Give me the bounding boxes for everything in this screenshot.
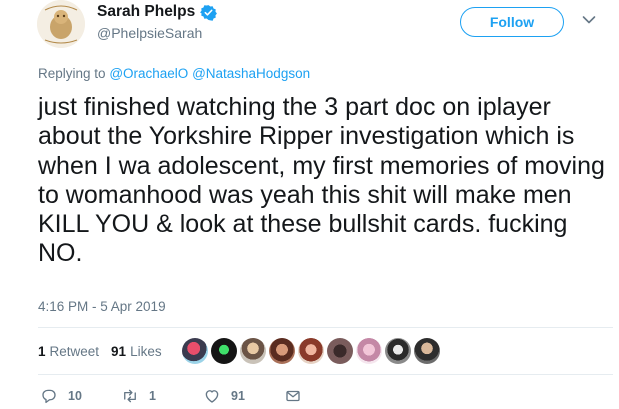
author-name-row[interactable]: Sarah Phelps (97, 3, 218, 21)
author-handle[interactable]: @PhelpsieSarah (97, 25, 202, 41)
tweet-actions: 10 1 91 (40, 387, 302, 405)
tweet-text: just finished watching the 3 part doc on… (38, 93, 605, 268)
likes-stat-label: Likes (130, 344, 162, 359)
like-action-count: 91 (231, 389, 245, 403)
retweet-icon (124, 389, 136, 403)
retweet-stat-label: Retweet (49, 344, 100, 359)
replying-to-label: Replying to (38, 66, 106, 81)
replying-to-line: Replying to @OrachaelO @NatashaHodgson (38, 66, 310, 81)
like-action[interactable]: 91 (203, 387, 284, 405)
avatar-illustration (37, 0, 85, 48)
retweet-count: 1 (38, 344, 46, 359)
mention-link-natashahodgson[interactable]: @NatashaHodgson (192, 66, 310, 81)
liker-avatar[interactable] (269, 338, 295, 364)
liker-avatar[interactable] (327, 338, 353, 364)
author-display-name[interactable]: Sarah Phelps (97, 3, 195, 21)
mention-link-orachaelo[interactable]: @OrachaelO (109, 66, 188, 81)
tweet-timestamp[interactable]: 4:16 PM - 5 Apr 2019 (38, 299, 166, 314)
follow-button[interactable]: Follow (460, 7, 564, 37)
liker-avatar[interactable] (240, 338, 266, 364)
liker-avatar[interactable] (385, 338, 411, 364)
liker-avatar[interactable] (298, 338, 324, 364)
likes-count: 91 (111, 344, 127, 359)
liker-avatar[interactable] (414, 338, 440, 364)
message-action[interactable] (284, 387, 302, 405)
likes-stat[interactable]: 91 Likes (111, 344, 162, 359)
divider (38, 327, 613, 328)
chevron-down-icon[interactable] (582, 15, 596, 25)
liker-avatar[interactable] (182, 338, 208, 364)
verified-badge-icon (200, 4, 218, 21)
tweet-stats: 1 Retweet 91 Likes (38, 344, 174, 359)
reply-count: 10 (68, 389, 82, 403)
retweet-action-count: 1 (149, 389, 156, 403)
divider (38, 374, 613, 375)
likers-avatars (182, 338, 443, 364)
liker-avatar[interactable] (211, 338, 237, 364)
heart-icon (205, 390, 219, 403)
retweet-action[interactable]: 1 (121, 387, 203, 405)
liker-avatar[interactable] (356, 338, 382, 364)
reply-action[interactable]: 10 (40, 387, 121, 405)
retweet-stat[interactable]: 1 Retweet (38, 344, 99, 359)
envelope-icon (286, 390, 300, 402)
author-avatar[interactable] (37, 0, 85, 48)
reply-icon (42, 389, 56, 404)
